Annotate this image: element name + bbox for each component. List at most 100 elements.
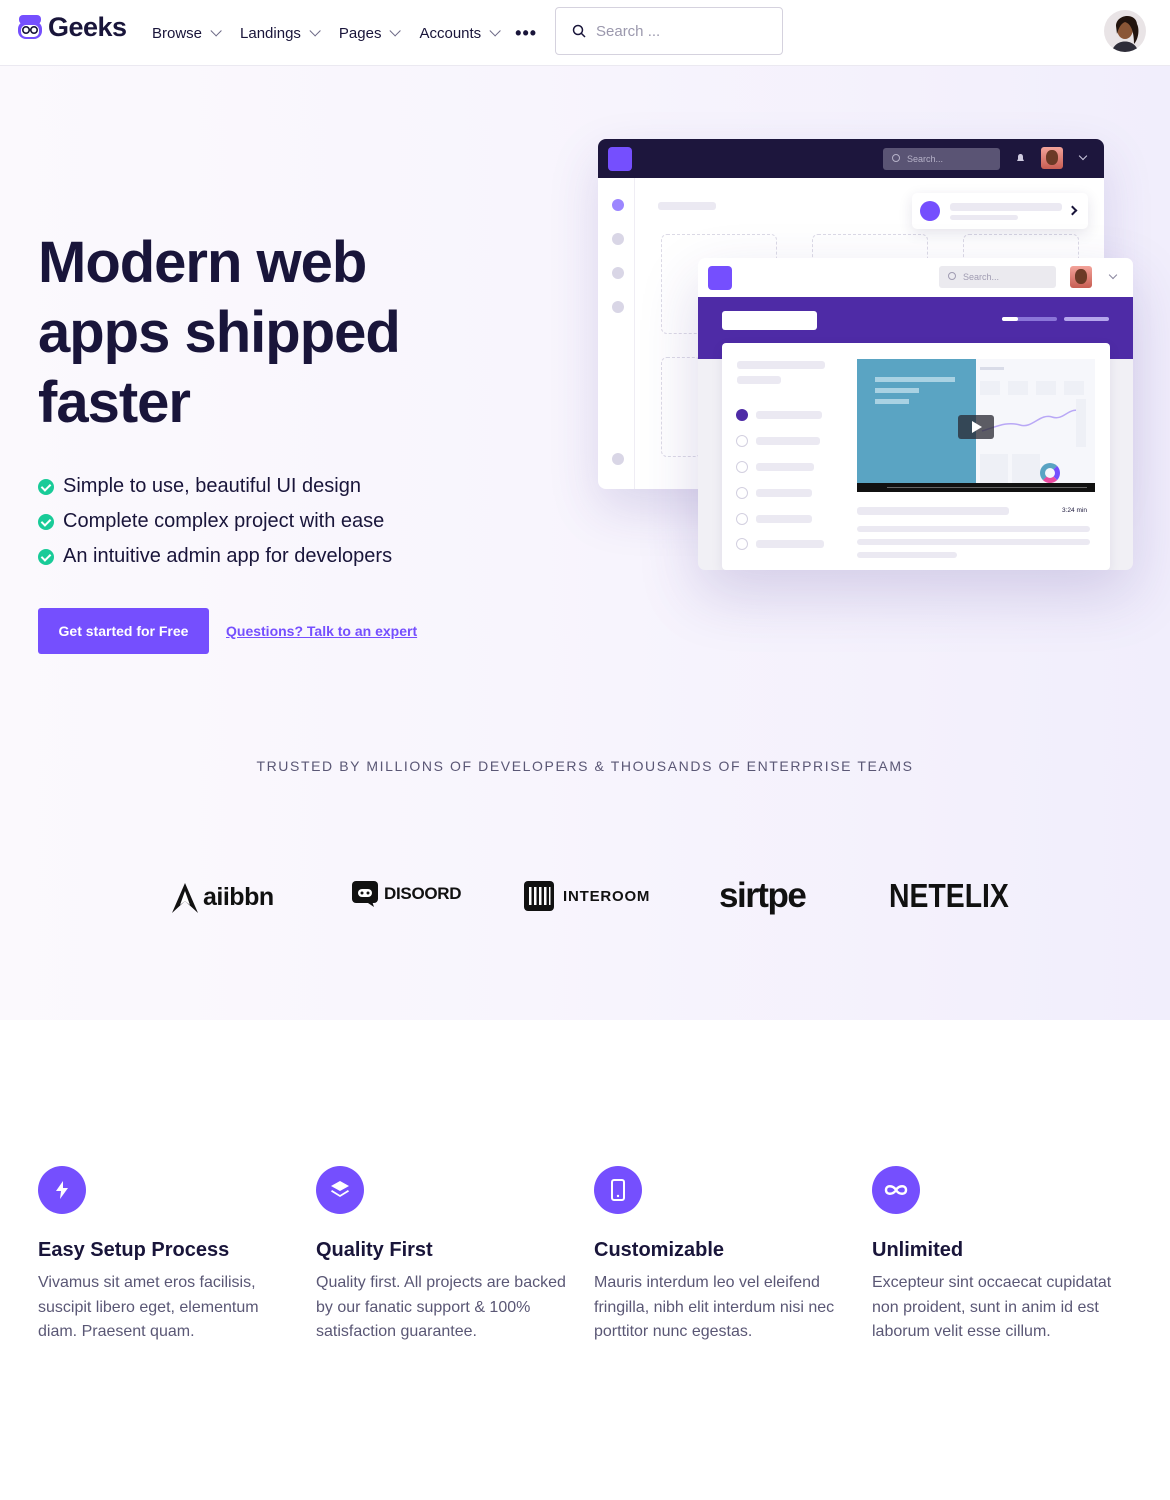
chevron-down-icon [489,25,501,37]
donut-chart-icon [1040,463,1060,483]
lightning-icon [38,1166,86,1214]
mockup-video-player [857,359,1095,492]
client-logos: aiibbn DISOORD INTEROOM sirtpe NETELIX [0,873,1170,923]
check-circle-icon [736,409,748,421]
lesson-bar [756,540,824,548]
feature-card: Customizable Mauris interdum leo vel ele… [594,1166,844,1345]
mockup-dark-topbar: Search... [598,139,1104,178]
brand-name: Geeks [48,12,127,42]
feature-description: Vivamus sit amet eros facilisis, suscipi… [38,1274,259,1340]
bell-icon [1017,154,1024,161]
brand-logo[interactable]: Geeks [16,12,127,43]
mockup-avatar [1070,266,1092,288]
video-text-bar [875,399,909,404]
video-text-bar [875,377,955,382]
mockup-text-bar [857,539,1090,545]
lesson-row [736,513,812,525]
radio-icon [736,487,748,499]
menu-accounts[interactable]: Accounts [419,25,501,42]
logo-interoom: INTEROOM [524,881,650,911]
menu-label: Pages [338,24,382,42]
arrow-up-logo-icon [172,883,198,913]
logo-sirtpe: sirtpe [719,876,807,916]
chevron-down-icon [309,25,321,37]
user-avatar[interactable] [1104,10,1146,52]
user-icon [612,301,624,313]
feature-checklist: Simple to use, beautiful UI design Compl… [38,469,392,574]
chevron-down-icon [1078,151,1088,161]
feature-description: Excepteur sint occaecat cupidatat non pr… [872,1274,1112,1340]
logo-text: DISOORD [384,884,462,903]
ellipsis-icon[interactable]: ••• [515,23,537,44]
mockup-progress-fill [1002,317,1018,321]
layers-icon [316,1166,364,1214]
feature-title: Customizable [594,1239,725,1261]
avatar-image [1104,10,1146,52]
check-circle-icon [38,513,54,530]
trusted-heading: TRUSTED BY MILLIONS OF DEVELOPERS & THOU… [256,758,914,774]
mockup-text-bar [857,552,957,558]
logo-aiibbn: aiibbn [172,881,274,913]
mockup-text-bar [857,526,1090,532]
feature-card: Quality First Quality first. All project… [316,1166,566,1345]
check-circle-icon [38,548,54,565]
chevron-down-icon [210,25,222,37]
menu-label: Landings [240,24,301,42]
mockup-avatar [1041,147,1063,169]
checklist-item: Complete complex project with ease [38,504,392,539]
top-navbar: Geeks Browse Landings Pages Accounts ••• [0,0,1170,66]
logo-disoord: DISOORD [352,881,462,907]
logo-text: aiibbn [203,882,274,911]
checklist-item: An intuitive admin app for developers [38,539,392,574]
lesson-bar [756,463,814,471]
feature-title: Unlimited [872,1239,964,1261]
list-icon [612,233,624,245]
get-started-button[interactable]: Get started for Free [38,608,209,654]
feature-title: Quality First [316,1239,433,1261]
search-box [555,7,783,55]
radio-icon [736,513,748,525]
lesson-bar [756,489,812,497]
radio-icon [736,461,748,473]
checklist-item: Simple to use, beautiful UI design [38,469,392,504]
features-section: Easy Setup Process Vivamus sit amet eros… [0,1020,1170,1500]
lesson-bar [756,515,812,523]
video-duration: 3:24 min [1062,507,1087,514]
mockup-pill [722,311,817,330]
mockup-text-bar [950,215,1018,220]
lesson-bar [756,411,822,419]
chevron-down-icon [389,25,402,37]
main-menu: Browse Landings Pages Accounts ••• [152,0,537,66]
search-icon [572,24,586,38]
mockup-card-placeholder [661,357,701,457]
course-mockup-front: Search... 3:24 min [698,258,1133,570]
lesson-row [736,461,814,473]
infinity-icon [872,1166,920,1214]
search-input[interactable] [596,22,766,40]
user-icon [920,201,940,221]
menu-landings[interactable]: Landings [240,24,321,42]
lesson-row [736,538,824,550]
feature-card: Unlimited Excepteur sint occaecat cupida… [872,1166,1122,1345]
menu-pages[interactable]: Pages [338,24,402,42]
barcode-logo-icon [524,881,554,911]
logo-text: NETELIX [889,877,1009,914]
checklist-text: Simple to use, beautiful UI design [63,475,361,497]
geek-mascot-icon [18,14,42,39]
lesson-row [736,409,822,421]
hero-title: Modern web apps shipped faster [38,230,401,435]
pie-chart-icon [612,267,624,279]
mockup-logo [708,266,732,290]
menu-browse[interactable]: Browse [152,24,222,42]
video-controls [857,483,1095,492]
dashboard-icon [612,199,624,211]
lesson-bar [756,437,820,445]
logo-netelix: NETELIX [889,877,1028,915]
talk-to-expert-link[interactable]: Questions? Talk to an expert [226,623,417,639]
lesson-row [736,435,820,447]
mockup-course-card: 3:24 min [722,343,1110,570]
feature-description: Mauris interdum leo vel eleifend fringil… [594,1274,835,1340]
radio-icon [736,435,748,447]
menu-label: Browse [152,24,203,42]
check-circle-icon [38,478,54,495]
